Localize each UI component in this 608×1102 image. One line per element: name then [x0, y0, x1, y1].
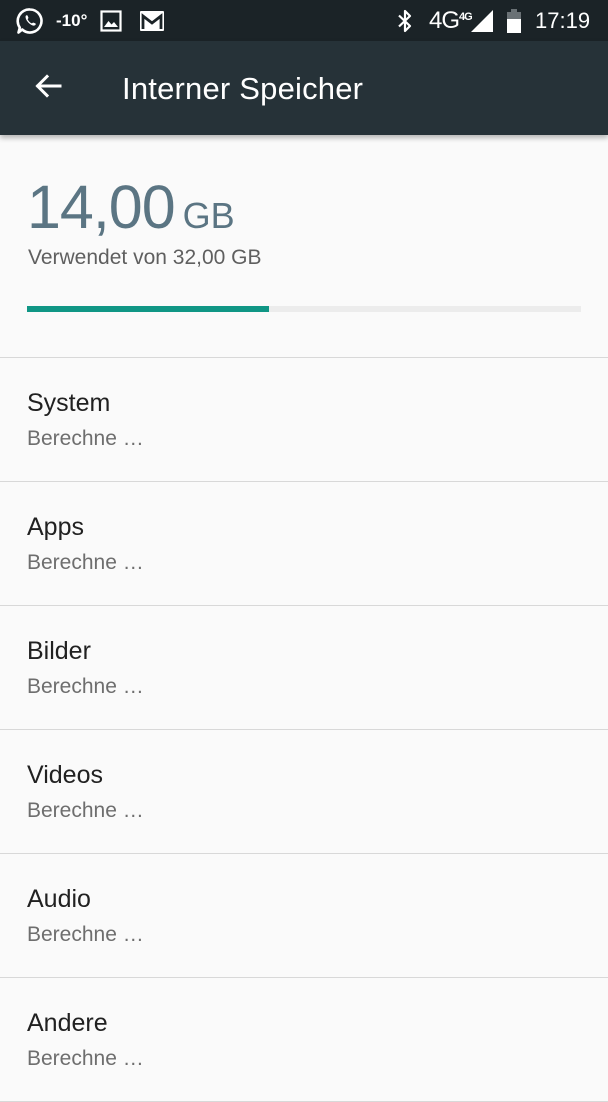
gmail-icon: [139, 0, 165, 41]
clock: 17:19: [535, 7, 591, 33]
temperature-text: -10°: [56, 10, 88, 30]
battery-icon: [506, 0, 522, 41]
list-item-subtitle: Berechne …: [27, 1047, 144, 1070]
list-item-subtitle: Berechne …: [27, 923, 144, 946]
arrow-left-icon: [33, 71, 63, 106]
used-value: 14,00: [27, 173, 176, 241]
list-item-subtitle: Berechne …: [27, 675, 144, 698]
category-list: System Berechne … Apps Berechne … Bilder Bere…: [0, 358, 608, 1102]
list-item-title: Apps: [27, 513, 84, 541]
list-item-system[interactable]: System Berechne …: [0, 358, 608, 482]
list-item-videos[interactable]: Videos Berechne …: [0, 730, 608, 854]
list-item-title: Andere: [27, 1009, 108, 1037]
storage-progress-bar: [27, 306, 581, 312]
image-icon: [100, 0, 122, 41]
list-item-title: Bilder: [27, 637, 91, 665]
used-caption: Verwendet von 32,00 GB: [28, 246, 262, 269]
list-item-audio[interactable]: Audio Berechne …: [0, 854, 608, 978]
storage-progress-fill: [27, 306, 270, 312]
used-unit: GB: [182, 195, 235, 236]
network-type: 4G 4G: [429, 0, 473, 41]
storage-summary: 14,00 GB Verwendet von 32,00 GB: [0, 135, 608, 358]
signal-icon: [470, 0, 494, 41]
page-title: Interner Speicher: [122, 71, 364, 106]
list-item-title: Audio: [27, 885, 91, 913]
list-item-andere[interactable]: Andere Berechne …: [0, 978, 608, 1102]
back-button[interactable]: [18, 64, 78, 112]
used-storage: 14,00 GB: [27, 173, 235, 241]
bluetooth-icon: [396, 0, 414, 41]
status-bar: -10° 4G 4G 17:19: [0, 0, 608, 41]
list-item-subtitle: Berechne …: [27, 427, 144, 450]
whatsapp-icon: [16, 0, 44, 41]
list-item-subtitle: Berechne …: [27, 799, 144, 822]
app-bar: Interner Speicher: [0, 41, 608, 135]
list-item-title: System: [27, 389, 111, 417]
list-item-subtitle: Berechne …: [27, 551, 144, 574]
list-item-title: Videos: [27, 761, 103, 789]
list-item-apps[interactable]: Apps Berechne …: [0, 482, 608, 606]
network-label: 4G: [429, 6, 460, 34]
list-item-bilder[interactable]: Bilder Berechne …: [0, 606, 608, 730]
